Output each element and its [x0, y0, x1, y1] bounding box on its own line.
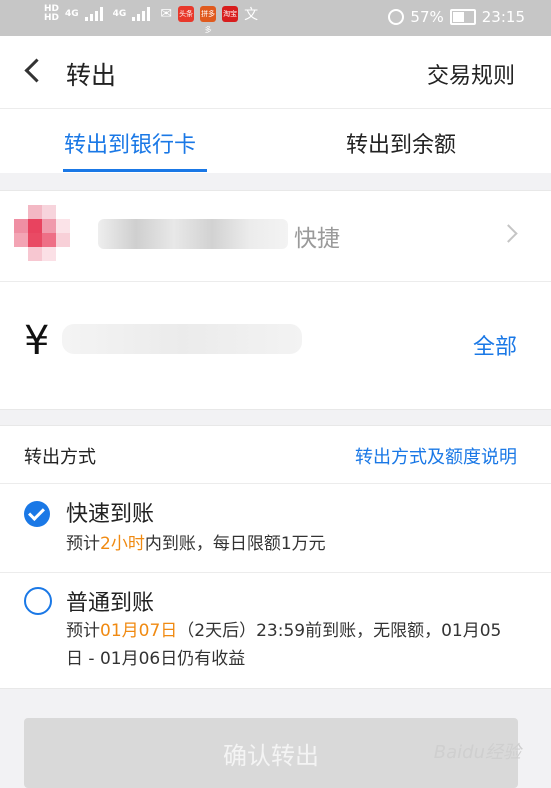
clock: 23:15 — [481, 8, 525, 26]
option-title: 快速到账 — [66, 502, 155, 527]
network-label: 4G — [65, 8, 79, 19]
radio-checked-icon[interactable] — [24, 501, 50, 527]
signal-icon — [84, 7, 107, 21]
hd-indicator: HD HD — [44, 5, 59, 23]
method-explain-link[interactable]: 转出方式及额度说明 — [355, 443, 517, 469]
option-normal[interactable]: 普通到账 预计01月07日（2天后）23:59前到账，无限额，01月05日 - … — [0, 573, 551, 687]
quick-pay-label: 快捷 — [294, 226, 340, 252]
back-arrow-icon[interactable] — [24, 58, 49, 83]
wechat-icon: ✉ — [160, 6, 173, 22]
active-tab-indicator — [63, 169, 207, 172]
bank-card-selector[interactable]: 快捷 — [0, 191, 551, 282]
tab-to-balance[interactable]: 转出到余额 — [346, 127, 456, 159]
page-title: 转出 — [66, 61, 117, 90]
desc-highlight: 2小时 — [100, 534, 145, 554]
hd-label: HD — [44, 13, 60, 23]
app-icon-pinduoduo: 拼多多 — [200, 6, 217, 34]
transfer-method-section: 转出方式 转出方式及额度说明 快速到账 预计2小时内到账，每日限额1万元 普通到… — [0, 425, 551, 689]
trade-rules-link[interactable]: 交易规则 — [427, 58, 515, 90]
radio-unchecked-icon[interactable] — [24, 587, 52, 615]
method-label: 转出方式 — [24, 447, 96, 468]
amount-input[interactable] — [62, 324, 302, 354]
desc-suffix: 内到账，每日限额1万元 — [144, 534, 326, 554]
currency-symbol: ¥ — [24, 318, 50, 364]
battery-percent: 57% — [410, 8, 444, 26]
bank-logo-icon — [10, 205, 90, 267]
battery-icon — [449, 9, 476, 25]
amount-row: ¥ 全部 — [0, 282, 551, 408]
desc-prefix: 预计 — [66, 534, 100, 554]
all-amount-button[interactable]: 全部 — [473, 329, 517, 361]
translate-icon: 文 — [244, 7, 259, 23]
option-fast[interactable]: 快速到账 预计2小时内到账，每日限额1万元 — [0, 484, 551, 573]
status-right: 57% 23:15 — [388, 8, 525, 26]
watermark: Baidu经验 — [433, 742, 521, 763]
option-desc: 预计2小时内到账，每日限额1万元 — [66, 530, 516, 558]
option-desc: 预计01月07日（2天后）23:59前到账，无限额，01月05日 - 01月06… — [66, 617, 516, 673]
chevron-right-icon — [499, 224, 518, 243]
method-header: 转出方式 转出方式及额度说明 — [0, 426, 551, 484]
signal-icon — [132, 7, 154, 21]
tab-bar: 转出到银行卡 转出到余额 — [0, 109, 551, 173]
bank-name-masked — [98, 219, 288, 249]
header: 转出 交易规则 — [0, 36, 551, 109]
status-left: HD HD 4G 4G ✉ 头条 拼多多 淘宝 文 — [44, 4, 259, 35]
option-title: 普通到账 — [66, 591, 155, 616]
app-icon-taobao: 淘宝 — [222, 6, 239, 22]
network-label: 4G — [112, 8, 127, 19]
status-bar: HD HD 4G 4G ✉ 头条 拼多多 淘宝 文 57% 23:15 — [0, 0, 551, 36]
desc-highlight: 01月07日 — [100, 621, 178, 641]
alarm-icon — [388, 9, 405, 25]
tab-to-bank-card[interactable]: 转出到银行卡 — [64, 127, 196, 159]
desc-prefix: 预计 — [66, 621, 100, 641]
app-icon-toutiao: 头条 — [178, 6, 195, 22]
transfer-card: 快捷 ¥ 全部 — [0, 190, 551, 410]
